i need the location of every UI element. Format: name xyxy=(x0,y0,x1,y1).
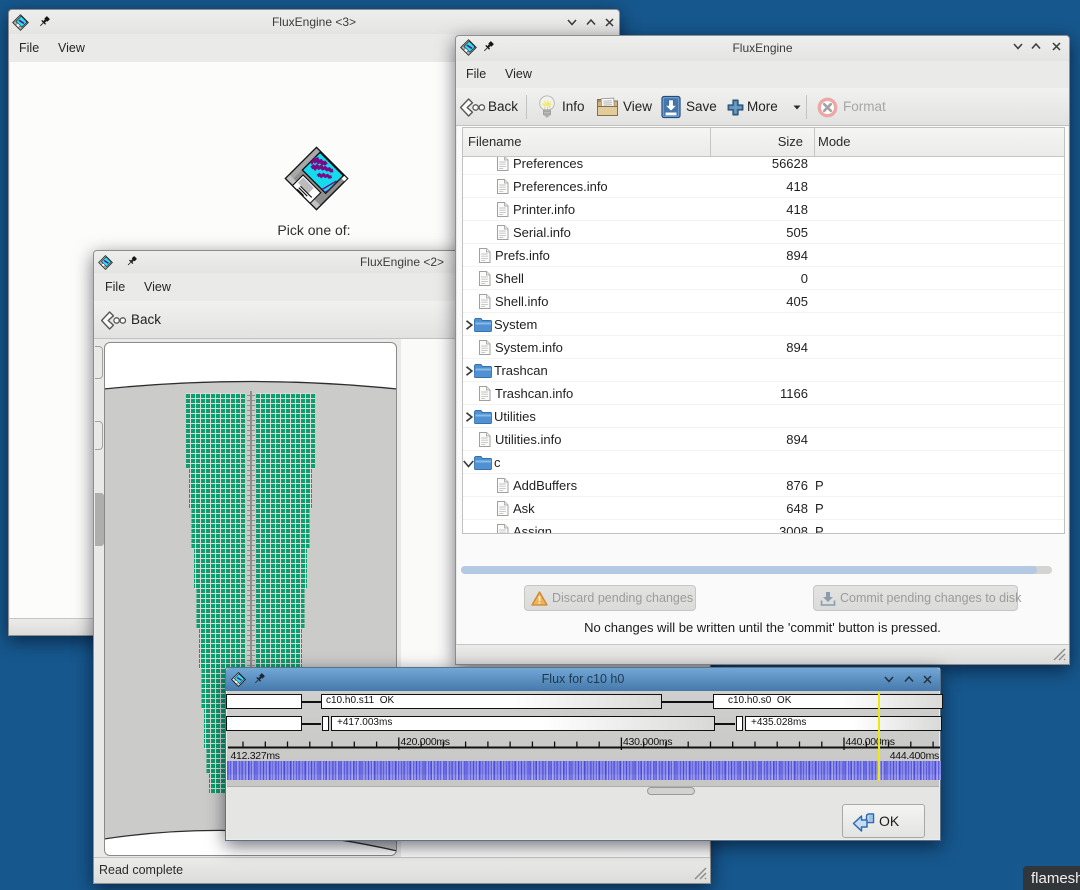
svg-text:420.000ms: 420.000ms xyxy=(401,736,450,748)
svg-text:430.000ms: 430.000ms xyxy=(623,736,672,748)
svg-text:440.000ms: 440.000ms xyxy=(846,736,895,748)
